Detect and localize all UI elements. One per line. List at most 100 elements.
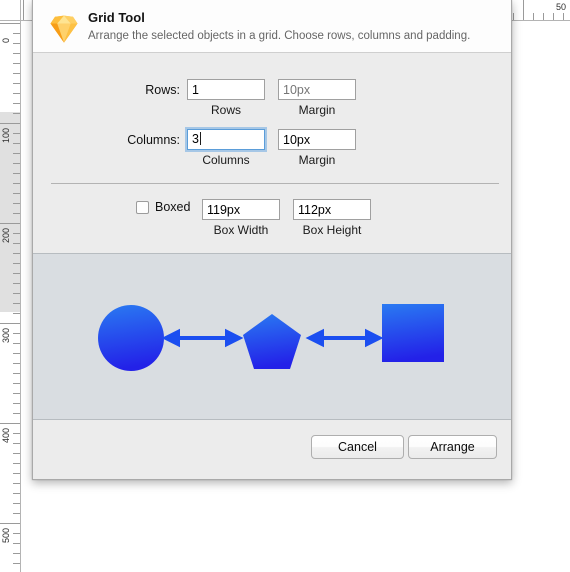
ruler-tick [0, 123, 20, 124]
ruler-tick [13, 413, 20, 414]
ruler-tick [13, 533, 20, 534]
ruler-tick [13, 43, 20, 44]
grid-tool-dialog: Grid Tool Arrange the selected objects i… [32, 0, 512, 480]
dialog-subtitle: Arrange the selected objects in a grid. … [88, 30, 471, 42]
ruler-tick [563, 13, 564, 20]
vertical-ruler: 0 100 200 300 400 500 [0, 0, 21, 572]
ruler-tick [13, 513, 20, 514]
ruler-tick [13, 183, 20, 184]
ruler-tick [13, 233, 20, 234]
ruler-tick [13, 453, 20, 454]
ruler-tick [13, 103, 20, 104]
rows-row: Rows: [101, 79, 356, 100]
box-width-input[interactable] [202, 199, 280, 220]
circle-shape [98, 305, 164, 371]
columns-margin-sublabel: Margin [298, 153, 336, 167]
ruler-tick [13, 163, 20, 164]
ruler-tick [0, 223, 20, 224]
preview-shapes [98, 304, 444, 371]
preview-canvas[interactable] [33, 253, 511, 420]
ruler-tick [13, 353, 20, 354]
cancel-button[interactable]: Cancel [311, 435, 404, 459]
rows-sublabel: Rows [210, 103, 241, 117]
rows-input[interactable] [187, 79, 265, 100]
ruler-tick [533, 13, 534, 20]
ruler-tick [13, 433, 20, 434]
ruler-label: 0 [1, 37, 11, 43]
boxed-checkbox-row[interactable]: Boxed [136, 200, 190, 214]
ruler-tick [13, 313, 20, 314]
ruler-tick [543, 13, 544, 20]
box-width-sublabel: Box Width [213, 223, 269, 237]
ruler-label: 300 [1, 327, 11, 343]
ruler-tick [0, 23, 20, 24]
rows-label: Rows: [145, 82, 180, 97]
dialog-title: Grid Tool [88, 10, 145, 25]
ruler-tick [13, 493, 20, 494]
ruler-tick [0, 523, 20, 524]
ruler-label: 100 [1, 127, 11, 143]
ruler-label: 500 [1, 527, 11, 543]
ruler-label: 200 [1, 227, 11, 243]
columns-sublabel: Columns [202, 153, 250, 167]
ruler-tick [13, 253, 20, 254]
ruler-tick [13, 553, 20, 554]
ruler-tick [13, 213, 20, 214]
ruler-tick [13, 473, 20, 474]
ruler-tick [13, 93, 20, 94]
dialog-header: Grid Tool Arrange the selected objects i… [33, 0, 511, 53]
dialog-body: Rows: Rows Margin Columns: 3 Columns Mar… [33, 53, 511, 253]
ruler-tick [13, 463, 20, 464]
square-shape [382, 304, 444, 362]
ruler-label: 50 [556, 2, 567, 12]
ruler-tick [13, 273, 20, 274]
ruler-tick [0, 323, 20, 324]
ruler-tick [13, 393, 20, 394]
columns-input[interactable]: 3 [187, 129, 265, 150]
ruler-tick [13, 143, 20, 144]
columns-row: Columns: 3 [101, 129, 356, 150]
ruler-tick [13, 333, 20, 334]
columns-label: Columns: [127, 132, 180, 147]
box-height-sublabel: Box Height [302, 223, 362, 237]
ruler-tick [13, 383, 20, 384]
dialog-footer: Cancel Arrange [33, 420, 511, 479]
ruler-tick [523, 0, 524, 20]
rows-margin-input[interactable] [278, 79, 356, 100]
ruler-tick [13, 133, 20, 134]
ruler-tick [13, 63, 20, 64]
ruler-tick [13, 303, 20, 304]
text-caret [199, 132, 201, 145]
ruler-tick [13, 53, 20, 54]
arrange-button[interactable]: Arrange [408, 435, 497, 459]
ruler-tick [13, 293, 20, 294]
columns-input-value: 3 [192, 132, 199, 146]
ruler-tick [13, 193, 20, 194]
ruler-tick [13, 203, 20, 204]
ruler-tick [13, 153, 20, 154]
section-divider [51, 183, 499, 184]
ruler-tick [13, 243, 20, 244]
box-height-input[interactable] [293, 199, 371, 220]
ruler-corner [0, 0, 21, 21]
ruler-tick [13, 343, 20, 344]
ruler-tick [13, 33, 20, 34]
columns-margin-input[interactable] [278, 129, 356, 150]
ruler-tick [553, 13, 554, 20]
ruler-tick [13, 113, 20, 114]
boxed-checkbox[interactable] [136, 200, 149, 214]
ruler-tick [13, 73, 20, 74]
ruler-tick [13, 173, 20, 174]
ruler-tick [0, 423, 20, 424]
ruler-tick [13, 363, 20, 364]
pentagon-shape [243, 314, 301, 369]
ruler-tick [513, 13, 514, 20]
ruler-tick [13, 443, 20, 444]
ruler-label: 400 [1, 427, 11, 443]
ruler-tick [13, 283, 20, 284]
double-arrow-right [305, 328, 384, 348]
ruler-tick [13, 483, 20, 484]
rows-margin-sublabel: Margin [298, 103, 336, 117]
ruler-tick [13, 503, 20, 504]
double-arrow-left [161, 328, 244, 348]
